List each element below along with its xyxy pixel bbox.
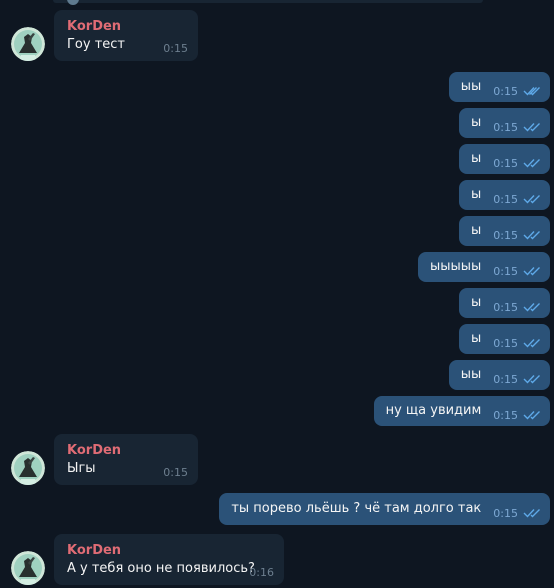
- double-check-icon: [523, 374, 541, 384]
- message-text: А у тебя оно не появилось?: [67, 561, 255, 576]
- message-time: 0:15: [493, 156, 518, 170]
- message-time: 0:15: [493, 192, 518, 206]
- double-check-icon: [523, 338, 541, 348]
- message-text: ыы: [460, 79, 482, 94]
- double-check-icon: [523, 266, 541, 276]
- message-text: ыыыыы: [429, 259, 482, 274]
- message-text: Ыгы: [67, 461, 96, 476]
- double-check-icon: [523, 158, 541, 168]
- double-check-icon: [523, 122, 541, 132]
- message-time: 0:15: [493, 264, 518, 278]
- message-bubble-outgoing[interactable]: ты порево льёшь ? чё там долго так 0:15: [219, 493, 550, 525]
- avatar[interactable]: [11, 27, 45, 61]
- double-check-icon: [523, 86, 541, 96]
- message-text: ы: [471, 115, 482, 130]
- message-bubble-outgoing[interactable]: ыыыыы 0:15: [417, 252, 550, 282]
- message-time: 0:15: [493, 372, 518, 386]
- message-bubble-outgoing[interactable]: ы 0:15: [459, 144, 550, 174]
- message-time: 0:15: [493, 300, 518, 314]
- previous-avatar: [67, 0, 79, 5]
- message-text: ыы: [460, 367, 482, 382]
- previous-message-stub: [53, 0, 483, 5]
- message-bubble-incoming[interactable]: KorDen Гоу тест 0:15: [54, 10, 198, 61]
- message-text: Гоу тест: [67, 37, 125, 52]
- avatar[interactable]: [11, 551, 45, 585]
- message-bubble-outgoing[interactable]: ы 0:15: [459, 108, 550, 138]
- chat-history[interactable]: KorDen Гоу тест 0:15 ыы 0:15 ы 0:15 ы 0:…: [0, 0, 554, 588]
- sender-name[interactable]: KorDen: [67, 443, 121, 459]
- sender-name[interactable]: KorDen: [67, 19, 121, 35]
- message-time: 0:16: [249, 566, 274, 579]
- message-bubble-incoming[interactable]: KorDen Ыгы 0:15: [54, 434, 198, 485]
- message-bubble-outgoing[interactable]: ы 0:15: [459, 216, 550, 246]
- double-check-icon: [523, 508, 541, 518]
- message-bubble-incoming[interactable]: KorDen А у тебя оно не появилось? 0:16: [54, 534, 284, 585]
- message-text: ы: [471, 331, 482, 346]
- message-bubble-outgoing[interactable]: ы 0:15: [459, 288, 550, 318]
- message-text: ты порево льёшь ? чё там долго так: [231, 501, 482, 516]
- message-text: ы: [471, 151, 482, 166]
- message-text: ну ща увидим: [385, 403, 482, 418]
- message-bubble-outgoing[interactable]: ну ща увидим 0:15: [373, 396, 550, 426]
- double-check-icon: [523, 194, 541, 204]
- double-check-icon: [523, 230, 541, 240]
- message-time: 0:15: [493, 408, 518, 422]
- message-bubble-outgoing[interactable]: ы 0:15: [459, 324, 550, 354]
- message-bubble-outgoing[interactable]: ы 0:15: [459, 180, 550, 210]
- avatar[interactable]: [11, 451, 45, 485]
- double-check-icon: [523, 302, 541, 312]
- sender-name[interactable]: KorDen: [67, 543, 121, 559]
- double-check-icon: [523, 410, 541, 420]
- message-text: ы: [471, 187, 482, 202]
- message-time: 0:15: [163, 42, 188, 55]
- message-time: 0:15: [163, 466, 188, 479]
- message-time: 0:15: [493, 120, 518, 134]
- message-text: ы: [471, 223, 482, 238]
- message-bubble-outgoing[interactable]: ыы 0:15: [448, 72, 550, 102]
- message-time: 0:15: [493, 84, 518, 98]
- message-time: 0:15: [493, 336, 518, 350]
- message-bubble-outgoing[interactable]: ыы 0:15: [448, 360, 550, 390]
- message-time: 0:15: [493, 228, 518, 242]
- message-text: ы: [471, 295, 482, 310]
- message-time: 0:15: [493, 506, 518, 520]
